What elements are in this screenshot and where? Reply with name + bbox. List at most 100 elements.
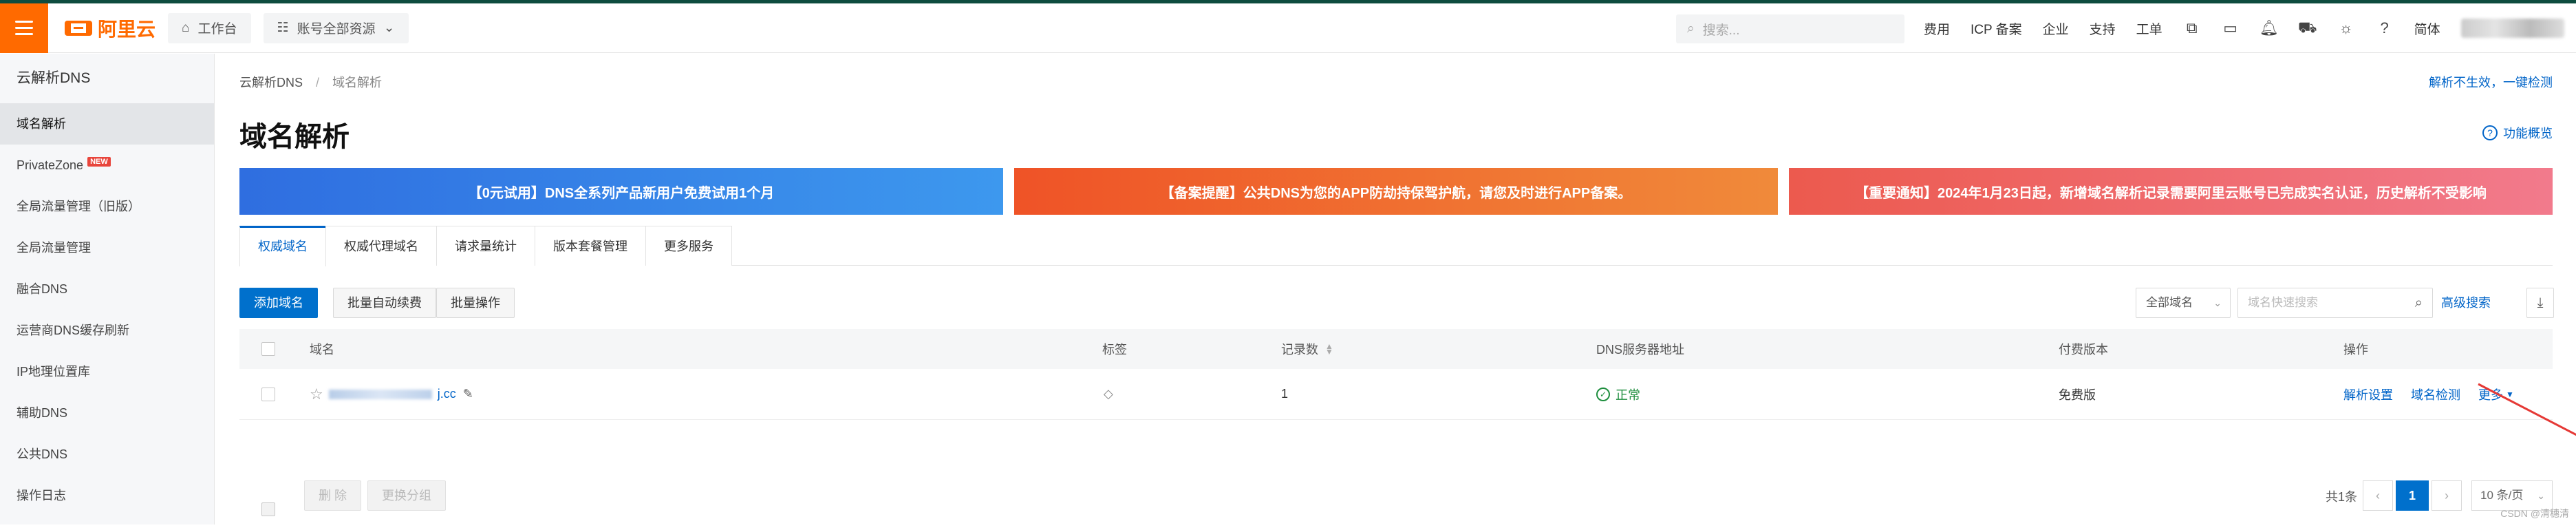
search-icon[interactable]: ⌕ [2415,288,2423,317]
edit-icon[interactable]: ✎ [463,387,473,401]
new-badge: NEW [87,157,111,167]
sidebar-item-privatezone[interactable]: PrivateZone NEW [0,145,214,186]
advanced-search-link[interactable]: 高级搜索 [2441,288,2491,318]
terminal-icon[interactable]: ▭ [2222,19,2240,37]
cart-icon[interactable]: ⛟ [2299,19,2317,37]
topbar-link-ticket[interactable]: 工单 [2136,19,2162,38]
workbench-button[interactable]: ⌂ 工作台 [168,13,251,43]
sidebar-title: 云解析DNS [0,54,214,103]
record-count-label: 记录数 [1281,340,1318,358]
breadcrumb-root[interactable]: 云解析DNS [239,76,303,89]
main-content: 云解析DNS / 域名解析 解析不生效，一键检测 域名解析 ? 功能概览 【0元… [239,54,2553,524]
resolution-settings-link[interactable]: 解析设置 [2343,369,2393,419]
chevron-down-icon: ⌄ [2537,481,2545,510]
domain-suffix: j.cc [438,387,456,401]
delete-button[interactable]: 删 除 [304,480,361,511]
account-resources-dropdown[interactable]: ☷ 账号全部资源 ⌄ [264,13,409,43]
code-icon[interactable]: ⧉ [2183,19,2201,37]
add-domain-button[interactable]: 添加域名 [239,288,318,318]
redacted-domain-name [329,390,432,399]
row-checkbox[interactable] [261,369,275,419]
sidebar-item-public-dns[interactable]: 公共DNS [0,434,214,475]
aliyun-logo-icon [65,21,92,36]
table-toolbar: 添加域名 批量自动续费 批量操作 全部域名 ⌄ 域名快速搜索 ⌕ 高级搜索 ⤓ [239,288,2553,319]
hamburger-menu-icon[interactable] [0,3,48,53]
sidebar-item-label: 辅助DNS [17,406,67,420]
feature-overview-link[interactable]: ? 功能概览 [2482,124,2553,142]
current-page-button[interactable]: 1 [2396,480,2429,511]
star-icon[interactable]: ☆ [310,385,323,403]
sidebar-item-label: 操作日志 [17,489,66,502]
tab-bar: 权威域名 权威代理域名 请求量统计 版本套餐管理 更多服务 [239,226,2553,266]
top-navigation-bar: 阿里云 ⌂ 工作台 ☷ 账号全部资源 ⌄ ⌕ 搜索... 费用 ICP 备案 企… [0,3,2576,53]
sidebar-item-label: 全局流量管理 [17,241,91,255]
footer-select-all-checkbox[interactable] [261,489,275,530]
home-icon: ⌂ [182,21,189,36]
column-header-tag: 标签 [1102,329,1127,369]
banner-filing-reminder[interactable]: 【备案提醒】公共DNS为您的APP防劫持保驾护航，请您及时进行APP备案。 [1014,168,1778,215]
sidebar-item-label: 融合DNS [17,282,67,296]
topbar-link-fees[interactable]: 费用 [1924,19,1950,38]
announcement-banners: 【0元试用】DNS全系列产品新用户免费试用1个月 【备案提醒】公共DNS为您的A… [239,168,2553,215]
resolution-check-link[interactable]: 解析不生效，一键检测 [2429,73,2553,91]
pagination-total: 共1条 [2326,487,2357,505]
domain-filter-value: 全部域名 [2146,296,2193,309]
domain-table: 域名 标签 记录数 ▲▼ DNS服务器地址 付费版本 操作 ☆ j.cc ✎ ◇… [239,329,2553,420]
topbar-link-support[interactable]: 支持 [2090,19,2116,38]
prev-page-icon[interactable]: ‹ [2363,480,2393,511]
account-resources-label: 账号全部资源 [297,19,376,37]
domain-check-link[interactable]: 域名检测 [2411,369,2460,419]
aliyun-logo[interactable]: 阿里云 [65,14,155,42]
search-icon: ⌕ [1687,21,1695,36]
domain-filter-select[interactable]: 全部域名 ⌄ [2136,288,2231,318]
sidebar-item-label: PrivateZone [17,158,83,172]
sidebar-item-operation-log[interactable]: 操作日志 [0,475,214,516]
sidebar-item-secondary-dns[interactable]: 辅助DNS [0,392,214,434]
sidebar-item-domain-resolution[interactable]: 域名解析 [0,103,214,145]
banner-important-notice[interactable]: 【重要通知】2024年1月23日起，新增域名解析记录需要阿里云账号已完成实名认证… [1789,168,2553,215]
download-icon[interactable]: ⤓ [2526,288,2554,318]
check-circle-icon: ✓ [1596,388,1610,401]
global-search-input[interactable]: ⌕ 搜索... [1676,14,1904,43]
breadcrumb: 云解析DNS / 域名解析 [239,73,382,91]
language-switch[interactable]: 简体 [2414,19,2440,38]
tag-icon[interactable]: ◇ [1104,369,1113,419]
sidebar-item-label: 运营商DNS缓存刷新 [17,324,129,337]
dns-status-label: 正常 [1616,385,1640,403]
tab-proxy-domains[interactable]: 权威代理域名 [325,226,437,266]
batch-operations-button[interactable]: 批量操作 [436,288,515,318]
change-group-button[interactable]: 更换分组 [367,480,446,511]
batch-renew-button[interactable]: 批量自动续费 [333,288,436,318]
column-header-domain: 域名 [310,329,334,369]
sidebar-item-ip-geo[interactable]: IP地理位置库 [0,351,214,392]
tab-plan-management[interactable]: 版本套餐管理 [535,226,646,266]
domain-search-input[interactable]: 域名快速搜索 ⌕ [2237,288,2433,318]
domain-name-link[interactable]: j.cc [329,387,456,401]
breadcrumb-current: 域名解析 [332,76,382,89]
search-placeholder: 搜索... [1703,20,1740,39]
select-all-checkbox[interactable] [261,329,275,369]
help-icon[interactable]: ? [2376,19,2394,37]
topbar-link-icp[interactable]: ICP 备案 [1971,19,2022,38]
list-icon: ☷ [277,20,289,36]
banner-free-trial[interactable]: 【0元试用】DNS全系列产品新用户免费试用1个月 [239,168,1003,215]
breadcrumb-separator: / [316,76,319,89]
lightbulb-icon[interactable]: ☼ [2337,19,2355,37]
column-header-record-count[interactable]: 记录数 ▲▼ [1281,329,1333,369]
tab-more-services[interactable]: 更多服务 [645,226,732,266]
tab-request-stats[interactable]: 请求量统计 [436,226,535,266]
next-page-icon[interactable]: › [2432,480,2462,511]
account-avatar[interactable] [2461,19,2564,38]
red-annotation-arrow [2477,381,2576,453]
sidebar-item-fusion-dns[interactable]: 融合DNS [0,268,214,310]
sort-icon[interactable]: ▲▼ [1325,343,1333,354]
bell-icon[interactable]: 🔔︎ [2260,19,2278,37]
sidebar-item-cache-refresh[interactable]: 运营商DNS缓存刷新 [0,310,214,351]
sidebar-item-gtm[interactable]: 全局流量管理 [0,227,214,268]
tab-authoritative-domains[interactable]: 权威域名 [239,226,326,266]
sidebar-item-gtm-legacy[interactable]: 全局流量管理（旧版） [0,186,214,227]
topbar-link-enterprise[interactable]: 企业 [2043,19,2069,38]
page-size-value: 10 条/页 [2480,489,2523,502]
question-circle-icon: ? [2482,125,2498,140]
sidebar-item-label: 公共DNS [17,447,67,461]
